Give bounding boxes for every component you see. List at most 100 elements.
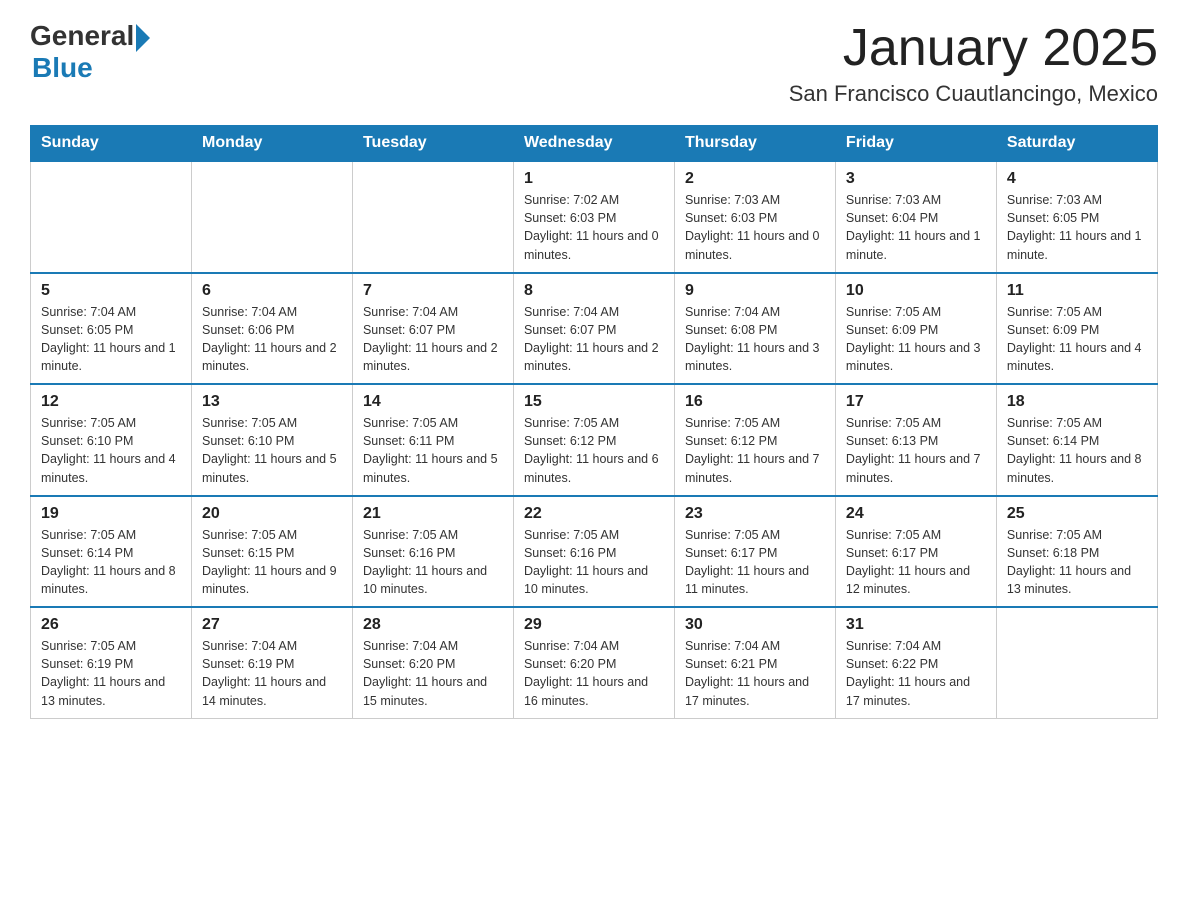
- calendar-header-sunday: Sunday: [31, 126, 192, 162]
- calendar-cell: 9Sunrise: 7:04 AM Sunset: 6:08 PM Daylig…: [674, 273, 835, 385]
- calendar-cell: 31 Sunrise: 7:04 AM Sunset: 6:22 PM Dayli…: [835, 607, 996, 718]
- day-number: 24: [846, 505, 986, 523]
- day-info: Sunrise: 7:05 AM Sunset: 6:11 PM Dayligh…: [363, 414, 503, 487]
- day-info: Sunrise: 7:02 AM Sunset: 6:03 PM Dayligh…: [524, 191, 664, 264]
- calendar-cell: 2 Sunrise: 7:03 AM Sunset: 6:03 PM Daylig…: [674, 161, 835, 273]
- calendar-cell: [31, 161, 192, 273]
- day-info: Sunrise: 7:05 AM Sunset: 6:13 PM Dayligh…: [846, 414, 986, 487]
- day-number: 6: [202, 282, 342, 300]
- calendar-table: SundayMondayTuesdayWednesdayThursdayFrid…: [30, 125, 1158, 719]
- logo-arrow-icon: [136, 24, 150, 52]
- day-info: Sunrise: 7:04 AM Sunset: 6:22 PM Dayligh…: [846, 637, 986, 710]
- day-info: Sunrise: 7:05 AM Sunset: 6:16 PM Dayligh…: [524, 526, 664, 599]
- day-info: Sunrise: 7:05 AM Sunset: 6:15 PM Dayligh…: [202, 526, 342, 599]
- day-number: 22: [524, 505, 664, 523]
- day-info: Sunrise: 7:04 AM Sunset: 6:05 PM Dayligh…: [41, 303, 181, 376]
- calendar-header-thursday: Thursday: [674, 126, 835, 162]
- calendar-header-monday: Monday: [191, 126, 352, 162]
- calendar-cell: 11 Sunrise: 7:05 AM Sunset: 6:09 PM Dayli…: [996, 273, 1157, 385]
- week-row-5: 26Sunrise: 7:05 AM Sunset: 6:19 PM Dayli…: [31, 607, 1158, 718]
- day-info: Sunrise: 7:04 AM Sunset: 6:19 PM Dayligh…: [202, 637, 342, 710]
- calendar-cell: 21Sunrise: 7:05 AM Sunset: 6:16 PM Dayli…: [352, 496, 513, 608]
- day-number: 14: [363, 393, 503, 411]
- page-header: General Blue January 2025 San Francisco …: [30, 20, 1158, 107]
- day-number: 23: [685, 505, 825, 523]
- calendar-cell: 5 Sunrise: 7:04 AM Sunset: 6:05 PM Daylig…: [31, 273, 192, 385]
- day-number: 16: [685, 393, 825, 411]
- week-row-2: 5 Sunrise: 7:04 AM Sunset: 6:05 PM Daylig…: [31, 273, 1158, 385]
- day-info: Sunrise: 7:05 AM Sunset: 6:18 PM Dayligh…: [1007, 526, 1147, 599]
- day-number: 2: [685, 170, 825, 188]
- day-info: Sunrise: 7:05 AM Sunset: 6:14 PM Dayligh…: [41, 526, 181, 599]
- calendar-cell: [352, 161, 513, 273]
- day-number: 18: [1007, 393, 1147, 411]
- calendar-cell: 4 Sunrise: 7:03 AM Sunset: 6:05 PM Daylig…: [996, 161, 1157, 273]
- day-info: Sunrise: 7:05 AM Sunset: 6:09 PM Dayligh…: [1007, 303, 1147, 376]
- day-number: 10: [846, 282, 986, 300]
- day-info: Sunrise: 7:05 AM Sunset: 6:09 PM Dayligh…: [846, 303, 986, 376]
- calendar-cell: 6 Sunrise: 7:04 AM Sunset: 6:06 PM Daylig…: [191, 273, 352, 385]
- day-number: 29: [524, 616, 664, 634]
- day-number: 15: [524, 393, 664, 411]
- calendar-cell: 18 Sunrise: 7:05 AM Sunset: 6:14 PM Dayli…: [996, 384, 1157, 496]
- day-number: 26: [41, 616, 181, 634]
- title-block: January 2025 San Francisco Cuautlancingo…: [789, 20, 1158, 107]
- day-number: 12: [41, 393, 181, 411]
- day-number: 31: [846, 616, 986, 634]
- calendar-cell: 27 Sunrise: 7:04 AM Sunset: 6:19 PM Dayli…: [191, 607, 352, 718]
- day-info: Sunrise: 7:04 AM Sunset: 6:21 PM Dayligh…: [685, 637, 825, 710]
- day-number: 8: [524, 282, 664, 300]
- calendar-subtitle: San Francisco Cuautlancingo, Mexico: [789, 81, 1158, 107]
- day-info: Sunrise: 7:03 AM Sunset: 6:05 PM Dayligh…: [1007, 191, 1147, 264]
- calendar-cell: 1Sunrise: 7:02 AM Sunset: 6:03 PM Daylig…: [513, 161, 674, 273]
- calendar-cell: 12 Sunrise: 7:05 AM Sunset: 6:10 PM Dayli…: [31, 384, 192, 496]
- calendar-cell: 8Sunrise: 7:04 AM Sunset: 6:07 PM Daylig…: [513, 273, 674, 385]
- calendar-cell: 23 Sunrise: 7:05 AM Sunset: 6:17 PM Dayli…: [674, 496, 835, 608]
- day-number: 4: [1007, 170, 1147, 188]
- day-number: 30: [685, 616, 825, 634]
- week-row-3: 12 Sunrise: 7:05 AM Sunset: 6:10 PM Dayli…: [31, 384, 1158, 496]
- day-number: 20: [202, 505, 342, 523]
- logo-general-text: General: [30, 20, 134, 52]
- day-info: Sunrise: 7:04 AM Sunset: 6:06 PM Dayligh…: [202, 303, 342, 376]
- day-info: Sunrise: 7:05 AM Sunset: 6:10 PM Dayligh…: [202, 414, 342, 487]
- day-info: Sunrise: 7:05 AM Sunset: 6:10 PM Dayligh…: [41, 414, 181, 487]
- calendar-header-saturday: Saturday: [996, 126, 1157, 162]
- logo-blue-text: Blue: [32, 52, 93, 84]
- calendar-cell: 24 Sunrise: 7:05 AM Sunset: 6:17 PM Dayli…: [835, 496, 996, 608]
- day-number: 21: [363, 505, 503, 523]
- day-info: Sunrise: 7:04 AM Sunset: 6:07 PM Dayligh…: [363, 303, 503, 376]
- calendar-cell: 19Sunrise: 7:05 AM Sunset: 6:14 PM Dayli…: [31, 496, 192, 608]
- day-number: 11: [1007, 282, 1147, 300]
- day-info: Sunrise: 7:04 AM Sunset: 6:20 PM Dayligh…: [363, 637, 503, 710]
- day-number: 3: [846, 170, 986, 188]
- day-info: Sunrise: 7:03 AM Sunset: 6:04 PM Dayligh…: [846, 191, 986, 264]
- day-info: Sunrise: 7:04 AM Sunset: 6:20 PM Dayligh…: [524, 637, 664, 710]
- day-info: Sunrise: 7:05 AM Sunset: 6:14 PM Dayligh…: [1007, 414, 1147, 487]
- calendar-cell: [996, 607, 1157, 718]
- calendar-header-friday: Friday: [835, 126, 996, 162]
- day-info: Sunrise: 7:03 AM Sunset: 6:03 PM Dayligh…: [685, 191, 825, 264]
- calendar-cell: 29 Sunrise: 7:04 AM Sunset: 6:20 PM Dayli…: [513, 607, 674, 718]
- calendar-header-row: SundayMondayTuesdayWednesdayThursdayFrid…: [31, 126, 1158, 162]
- calendar-cell: 10 Sunrise: 7:05 AM Sunset: 6:09 PM Dayli…: [835, 273, 996, 385]
- day-number: 17: [846, 393, 986, 411]
- day-info: Sunrise: 7:05 AM Sunset: 6:12 PM Dayligh…: [685, 414, 825, 487]
- day-info: Sunrise: 7:05 AM Sunset: 6:17 PM Dayligh…: [685, 526, 825, 599]
- day-number: 13: [202, 393, 342, 411]
- day-info: Sunrise: 7:05 AM Sunset: 6:17 PM Dayligh…: [846, 526, 986, 599]
- calendar-cell: 25 Sunrise: 7:05 AM Sunset: 6:18 PM Dayli…: [996, 496, 1157, 608]
- week-row-1: 1Sunrise: 7:02 AM Sunset: 6:03 PM Daylig…: [31, 161, 1158, 273]
- calendar-cell: 14 Sunrise: 7:05 AM Sunset: 6:11 PM Dayli…: [352, 384, 513, 496]
- calendar-cell: 22 Sunrise: 7:05 AM Sunset: 6:16 PM Dayli…: [513, 496, 674, 608]
- day-info: Sunrise: 7:05 AM Sunset: 6:12 PM Dayligh…: [524, 414, 664, 487]
- logo: General Blue: [30, 20, 150, 84]
- calendar-cell: [191, 161, 352, 273]
- day-number: 9: [685, 282, 825, 300]
- calendar-cell: 17 Sunrise: 7:05 AM Sunset: 6:13 PM Dayli…: [835, 384, 996, 496]
- day-number: 25: [1007, 505, 1147, 523]
- day-number: 5: [41, 282, 181, 300]
- calendar-cell: 30 Sunrise: 7:04 AM Sunset: 6:21 PM Dayli…: [674, 607, 835, 718]
- day-number: 27: [202, 616, 342, 634]
- calendar-cell: 28Sunrise: 7:04 AM Sunset: 6:20 PM Dayli…: [352, 607, 513, 718]
